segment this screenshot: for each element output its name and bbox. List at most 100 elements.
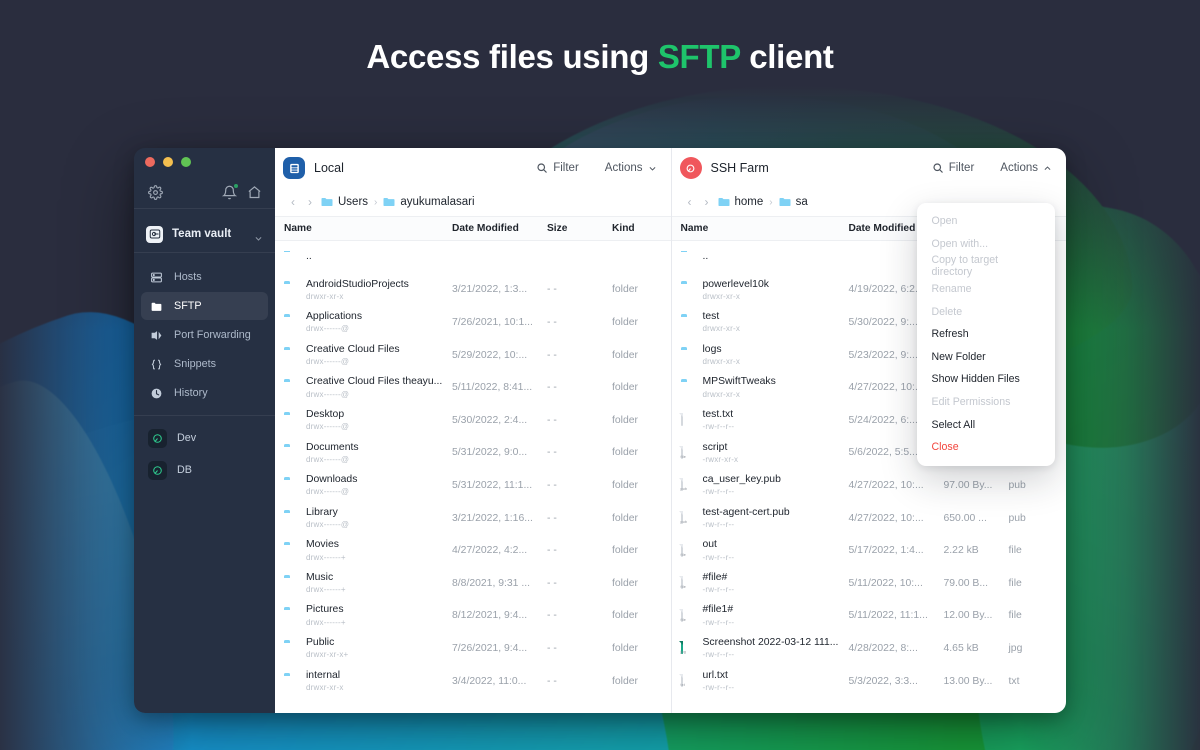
menu-item-refresh[interactable]: Refresh xyxy=(917,323,1055,346)
file-kind: pub xyxy=(1000,480,1058,491)
gear-icon[interactable] xyxy=(146,183,164,201)
breadcrumb-item-1[interactable]: sa xyxy=(779,196,808,208)
local-filter-label: Filter xyxy=(553,162,579,174)
file-date: 5/3/2022, 3:3... xyxy=(840,676,935,687)
file-size: - - xyxy=(538,643,603,654)
file-name: Public xyxy=(306,637,334,648)
file-icon: txt xyxy=(681,675,695,687)
file-size: 13.00 By... xyxy=(935,676,1000,687)
menu-item-show-hidden-files[interactable]: Show Hidden Files xyxy=(917,368,1055,391)
column-header-name[interactable]: Name xyxy=(275,223,443,234)
sidebar-nav: Hosts SFTP Port Fo xyxy=(134,253,275,407)
file-kind: file xyxy=(1000,578,1058,589)
page-title-before: Access files using xyxy=(366,38,657,75)
column-header-date[interactable]: Date Modified xyxy=(443,223,538,234)
folder-icon xyxy=(681,382,695,394)
remote-host-icon xyxy=(680,157,702,179)
screenshot-root: Access files using SFTP client xyxy=(0,0,1200,750)
sidebar-host-db[interactable]: DB xyxy=(141,455,268,485)
file-name: #file# xyxy=(703,572,728,583)
sidebar-item-history[interactable]: History xyxy=(141,379,268,407)
sidebar-item-snippets[interactable]: Snippets xyxy=(141,350,268,378)
chevron-down-icon[interactable] xyxy=(254,230,263,239)
file-permissions: drwxr-xr-x xyxy=(306,292,409,301)
window-traffic-lights xyxy=(145,157,191,167)
folder-icon xyxy=(284,545,298,557)
file-row[interactable]: file#file1#-rw-r--r--5/11/2022, 11:1...1… xyxy=(672,600,1067,633)
local-actions-button[interactable]: Actions xyxy=(605,162,657,174)
file-size: 79.00 B... xyxy=(935,578,1000,589)
file-row[interactable]: Musicdrwx------+8/8/2021, 9:31 ...- -fol… xyxy=(275,567,671,600)
menu-item-close[interactable]: Close xyxy=(917,436,1055,459)
sidebar-item-port-forwarding[interactable]: Port Forwarding xyxy=(141,321,268,349)
breadcrumb-item-0[interactable]: Users xyxy=(321,196,368,208)
port-forward-icon xyxy=(149,328,163,342)
breadcrumb-item-1[interactable]: ayukumalasari xyxy=(383,196,474,208)
file-row[interactable]: pubtest-agent-cert.pub-rw-r--r--4/27/202… xyxy=(672,502,1067,535)
file-row[interactable]: pubca_user_key.pub-rw-r--r--4/27/2022, 1… xyxy=(672,469,1067,502)
file-row[interactable]: Desktopdrwx------@5/30/2022, 2:4...- -fo… xyxy=(275,404,671,437)
file-icon: file xyxy=(681,610,695,622)
file-size: - - xyxy=(538,415,603,426)
file-row[interactable]: internaldrwxr-xr-x3/4/2022, 11:0...- -fo… xyxy=(275,665,671,698)
home-icon[interactable] xyxy=(245,183,263,201)
remote-filter-button[interactable]: Filter xyxy=(932,162,975,174)
file-row[interactable]: Applicationsdrwx------@7/26/2021, 10:1..… xyxy=(275,306,671,339)
nav-back-button[interactable]: ‹ xyxy=(287,195,299,209)
file-name: MPSwiftTweaks xyxy=(703,376,776,387)
local-actions-label: Actions xyxy=(605,162,643,174)
close-window-button[interactable] xyxy=(145,157,155,167)
file-name: Applications xyxy=(306,311,362,322)
file-name: Documents xyxy=(306,442,359,453)
minimize-window-button[interactable] xyxy=(163,157,173,167)
nav-back-button[interactable]: ‹ xyxy=(684,195,696,209)
file-row[interactable]: txturl.txt-rw-r--r--5/3/2022, 3:3...13.0… xyxy=(672,665,1067,698)
file-name: #file1# xyxy=(703,604,734,615)
remote-actions-button[interactable]: Actions xyxy=(1000,162,1052,174)
folder-icon xyxy=(321,197,333,207)
local-filter-button[interactable]: Filter xyxy=(536,162,579,174)
file-permissions: -rw-r--r-- xyxy=(703,683,735,692)
sidebar-item-hosts[interactable]: Hosts xyxy=(141,263,268,291)
team-vault-selector[interactable]: Team vault xyxy=(134,216,275,252)
file-row[interactable]: fileout-rw-r--r--5/17/2022, 1:4...2.22 k… xyxy=(672,534,1067,567)
file-row[interactable]: Documentsdrwx------@5/31/2022, 9:0...- -… xyxy=(275,437,671,470)
file-date: 3/21/2022, 1:16... xyxy=(443,513,538,524)
bell-icon[interactable] xyxy=(220,183,238,201)
folder-icon xyxy=(284,251,298,263)
file-row[interactable]: Librarydrwx------@3/21/2022, 1:16...- -f… xyxy=(275,502,671,535)
breadcrumb-label: Users xyxy=(338,196,368,208)
file-row[interactable]: .. xyxy=(275,241,671,274)
menu-item-new-folder[interactable]: New Folder xyxy=(917,346,1055,369)
breadcrumb-separator: › xyxy=(374,197,377,208)
file-permissions: drwx------@ xyxy=(306,357,400,366)
nav-forward-button[interactable]: › xyxy=(701,195,713,209)
file-row[interactable]: Creative Cloud Filesdrwx------@5/29/2022… xyxy=(275,339,671,372)
file-name-cell: Moviesdrwx------+ xyxy=(275,539,443,562)
nav-forward-button[interactable]: › xyxy=(304,195,316,209)
file-name: .. xyxy=(703,251,709,262)
sidebar-item-label: Port Forwarding xyxy=(174,329,251,341)
menu-item-select-all[interactable]: Select All xyxy=(917,413,1055,436)
file-row[interactable]: Publicdrwxr-xr-x+7/26/2021, 9:4...- -fol… xyxy=(275,632,671,665)
column-header-size[interactable]: Size xyxy=(538,223,603,234)
file-row[interactable]: Downloadsdrwx------@5/31/2022, 11:1...- … xyxy=(275,469,671,502)
file-size: - - xyxy=(538,578,603,589)
breadcrumb-item-0[interactable]: home xyxy=(718,196,764,208)
column-header-kind[interactable]: Kind xyxy=(603,223,661,234)
file-row[interactable]: Creative Cloud Files theayu...drwx------… xyxy=(275,371,671,404)
sidebar-item-sftp[interactable]: SFTP xyxy=(141,292,268,320)
sidebar-host-dev[interactable]: Dev xyxy=(141,423,268,453)
maximize-window-button[interactable] xyxy=(181,157,191,167)
sidebar-divider-hosts xyxy=(134,415,275,416)
file-row[interactable]: AndroidStudioProjectsdrwxr-xr-x3/21/2022… xyxy=(275,274,671,307)
file-date: 8/8/2021, 9:31 ... xyxy=(443,578,538,589)
file-row[interactable]: jpgScreenshot 2022-03-12 111...-rw-r--r-… xyxy=(672,632,1067,665)
file-size: - - xyxy=(538,317,603,328)
file-row[interactable]: file#file#-rw-r--r--5/11/2022, 10:...79.… xyxy=(672,567,1067,600)
column-header-name[interactable]: Name xyxy=(672,223,840,234)
file-row[interactable]: Picturesdrwx------+8/12/2021, 9:4...- -f… xyxy=(275,600,671,633)
file-row[interactable]: Moviesdrwx------+4/27/2022, 4:2...- -fol… xyxy=(275,534,671,567)
file-permissions: -rw-r--r-- xyxy=(703,422,735,431)
chevron-down-icon xyxy=(648,164,657,173)
